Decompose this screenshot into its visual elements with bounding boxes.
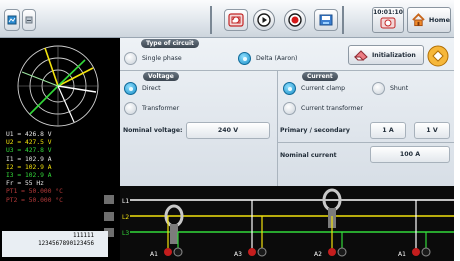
single-phase-label: Single phase	[142, 55, 182, 62]
direct-label: Direct	[142, 85, 161, 92]
clock-icon	[379, 17, 397, 29]
memory-icon[interactable]	[314, 9, 338, 31]
shunt-label: Shunt	[390, 85, 409, 92]
play-icon[interactable]	[253, 9, 275, 31]
channel-label: A1	[150, 251, 158, 258]
settings-panel: Type of circuit Single phase Delta (Aaro…	[120, 38, 454, 186]
clock-time: 10:01:10	[373, 9, 403, 16]
circuit-type-title: Type of circuit	[141, 39, 199, 48]
measurement-u1: U1 = 426.8 V	[6, 131, 52, 138]
direct-radio[interactable]	[124, 82, 137, 95]
option-current-transformer[interactable]: Current transformer	[283, 102, 363, 115]
current-title: Current	[302, 72, 338, 81]
measurement-list: U1 = 426.8 V U2 = 427.5 V U3 = 427.8 V I…	[6, 131, 118, 205]
option-current-clamp[interactable]: Current clamp	[283, 82, 345, 95]
initialization-button[interactable]: Initialization	[348, 45, 424, 65]
line-label-l2: L2	[122, 214, 129, 221]
delta-label: Delta (Aaron)	[256, 55, 298, 62]
help-icon[interactable]	[427, 45, 449, 67]
screenshot-icon[interactable]	[224, 9, 248, 31]
clock-button[interactable]: 10:01:10	[372, 7, 404, 33]
primary-secondary-label: Primary / secondary	[280, 127, 350, 134]
transformer-radio[interactable]	[124, 102, 137, 115]
measurement-i3: I3 = 102.9 A	[6, 172, 52, 180]
measurement-i1: I1 = 102.9 A	[6, 155, 52, 163]
option-single-phase[interactable]: Single phase	[124, 52, 182, 65]
settings-small-icon[interactable]	[22, 9, 36, 31]
nominal-current-label: Nominal current	[280, 152, 337, 159]
option-delta[interactable]: Delta (Aaron)	[238, 52, 297, 65]
initialization-label: Initialization	[372, 51, 416, 59]
measurement-u3: U3 = 427.8 V	[6, 147, 52, 155]
divider	[277, 70, 278, 186]
current-transformer-label: Current transformer	[301, 105, 363, 112]
channel-label: A3	[234, 251, 242, 258]
secondary-field[interactable]: 1 V	[414, 122, 450, 139]
line-label-l3: L3	[122, 230, 129, 237]
serial-line-1: 111111	[73, 233, 94, 239]
current-clamp-radio[interactable]	[283, 82, 296, 95]
home-button[interactable]: Home	[407, 7, 451, 33]
scroll-block[interactable]	[104, 212, 114, 221]
nominal-current-field[interactable]: 100 A	[370, 146, 450, 163]
divider	[120, 70, 454, 71]
current-clamp-label: Current clamp	[301, 85, 346, 92]
wiring-schematic: L1 L2 L3 A1 A3 A2 A1	[122, 188, 454, 258]
voltage-title: Voltage	[143, 72, 179, 81]
measurement-pt1: PT1 = 50.000 °C	[6, 188, 63, 196]
channel-label: A2	[314, 251, 322, 258]
nominal-voltage-field[interactable]: 240 V	[186, 122, 270, 139]
current-transformer-radio[interactable]	[283, 102, 296, 115]
home-icon	[412, 13, 425, 27]
shunt-radio[interactable]	[372, 82, 385, 95]
home-label: Home	[428, 16, 450, 24]
option-transformer[interactable]: Transformer	[124, 102, 179, 115]
transformer-label: Transformer	[142, 105, 180, 112]
measurement-i2: I2 = 102.9 A	[6, 163, 52, 171]
display-mode-icon[interactable]	[4, 9, 20, 31]
nominal-voltage-label: Nominal voltage:	[123, 127, 183, 134]
divider	[278, 142, 454, 143]
line-label-l1: L1	[122, 198, 129, 205]
vector-diagram	[17, 45, 99, 127]
measurement-panel: U1 = 426.8 V U2 = 427.5 V U3 = 427.8 V I…	[0, 38, 120, 261]
option-direct[interactable]: Direct	[124, 82, 161, 95]
primary-field[interactable]: 1 A	[370, 122, 406, 139]
single-phase-radio[interactable]	[124, 52, 137, 65]
toolbar-separator	[342, 6, 344, 34]
measurement-u2: U2 = 427.5 V	[6, 139, 52, 147]
toolbar-separator	[210, 6, 212, 34]
wiring-diagram: L1 L2 L3 A1 A3 A2 A1	[120, 186, 454, 261]
channel-label: A1	[398, 251, 406, 258]
record-icon[interactable]	[284, 9, 306, 31]
delta-radio[interactable]	[238, 52, 251, 65]
option-shunt[interactable]: Shunt	[372, 82, 408, 95]
scroll-block[interactable]	[104, 195, 114, 204]
top-toolbar: 10:01:10 Home	[0, 0, 454, 38]
serial-line-2: 1234567890123456	[38, 241, 94, 247]
app-window: 10:01:10 Home U1 = 426.8 V U2 = 427.5 V …	[0, 0, 454, 261]
measurement-pt2: PT2 = 50.000 °C	[6, 196, 63, 204]
eraser-icon	[354, 50, 368, 61]
